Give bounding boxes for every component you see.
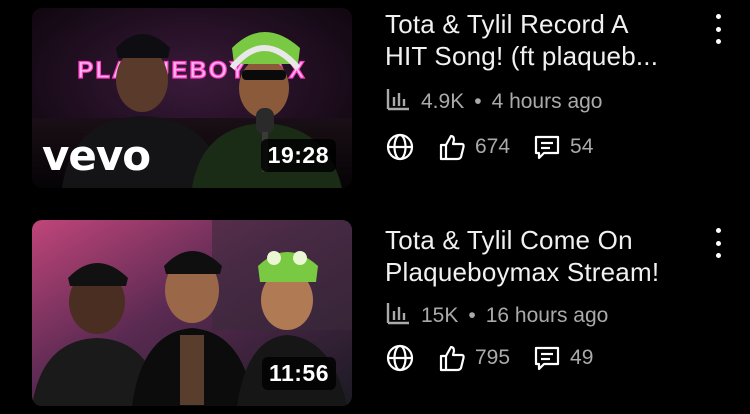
bar-chart-icon xyxy=(385,86,411,118)
bar-chart-icon xyxy=(385,300,411,332)
meta-separator: • xyxy=(468,304,476,327)
comment-icon xyxy=(532,343,562,373)
like-count-value: 674 xyxy=(475,135,511,158)
more-vertical-icon xyxy=(715,228,721,233)
globe-icon xyxy=(385,343,415,373)
more-vertical-icon xyxy=(715,14,721,19)
video-title-line: Tota & Tylil Come On xyxy=(385,225,633,255)
upload-age: 16 hours ago xyxy=(485,304,609,327)
video-meta: 4.9K • 4 hours ago xyxy=(385,86,602,118)
like-count-value: 795 xyxy=(475,346,511,369)
video-thumbnail[interactable]: PLAQUEBOYMAX vevo 19:28 xyxy=(32,8,352,188)
comment-count[interactable]: 49 xyxy=(532,343,593,373)
upload-age: 4 hours ago xyxy=(491,90,603,113)
video-item[interactable]: PLAQUEBOYMAX vevo 19:28 Tota & Tylil Rec… xyxy=(0,0,750,190)
like-count[interactable]: 674 xyxy=(437,132,510,162)
more-options-button[interactable] xyxy=(708,228,728,258)
thumbs-up-icon xyxy=(437,343,467,373)
comment-count-value: 49 xyxy=(570,346,594,369)
video-duration: 19:28 xyxy=(260,139,336,172)
visibility-public xyxy=(385,343,415,373)
globe-icon xyxy=(385,132,415,162)
comment-icon xyxy=(532,132,562,162)
view-count: 4.9K xyxy=(421,90,465,113)
vevo-badge: vevo xyxy=(42,131,151,180)
more-options-button[interactable] xyxy=(708,14,728,44)
comment-count-value: 54 xyxy=(570,135,594,158)
video-stats: 674 54 xyxy=(385,132,615,162)
like-count[interactable]: 795 xyxy=(437,343,510,373)
video-thumbnail[interactable]: 11:56 xyxy=(32,220,352,406)
video-title-line: Tota & Tylil Record A xyxy=(385,9,629,39)
video-duration: 11:56 xyxy=(261,357,336,390)
video-stats: 795 49 xyxy=(385,343,615,373)
thumbs-up-icon xyxy=(437,132,467,162)
video-title[interactable]: Tota & Tylil Come On Plaqueboymax Stream… xyxy=(385,224,695,288)
video-title-line: Plaqueboymax Stream! xyxy=(385,257,660,287)
meta-separator: • xyxy=(474,90,482,113)
view-count: 15K xyxy=(421,304,459,327)
video-item[interactable]: 11:56 Tota & Tylil Come On Plaqueboymax … xyxy=(0,212,750,406)
video-title[interactable]: Tota & Tylil Record A HIT Song! (ft plaq… xyxy=(385,8,695,72)
video-meta: 15K • 16 hours ago xyxy=(385,300,608,332)
comment-count[interactable]: 54 xyxy=(532,132,593,162)
visibility-public xyxy=(385,132,415,162)
video-title-line: HIT Song! (ft plaqueb... xyxy=(385,41,659,71)
